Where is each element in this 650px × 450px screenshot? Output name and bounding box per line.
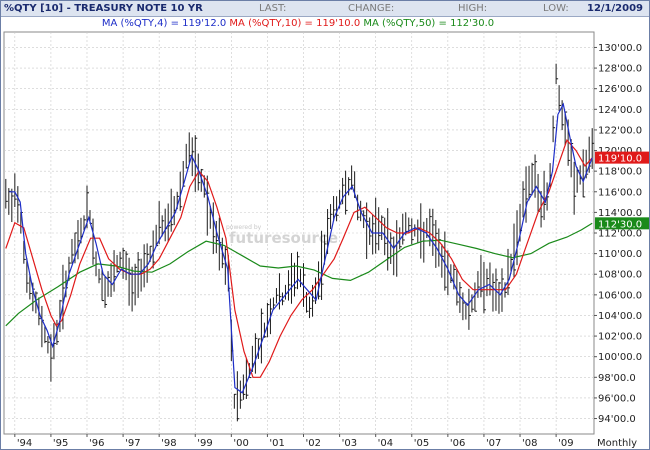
y-tick-label: 102'00.0 (598, 332, 642, 343)
y-axis: 94'00.0 96'00.0 98'00.0 100'00.0 102'00.0 104… (594, 43, 642, 425)
y-tick-label: 126'00.0 (598, 84, 642, 95)
y-tick-label: 94'00.0 (598, 414, 636, 425)
x-tick-label: '03 (342, 438, 357, 449)
x-tick-label: '08 (522, 438, 537, 449)
x-tick-label: '98 (161, 438, 176, 449)
y-tick-label: 110'00.0 (598, 249, 642, 260)
last-value-text: 119'10.0 (598, 154, 642, 165)
y-tick-label: 114'00.0 (598, 208, 642, 219)
x-tick-label: '99 (197, 438, 212, 449)
x-tick-label: '04 (378, 438, 393, 449)
y-tick-label: 118'00.0 (598, 167, 642, 178)
x-axis: '94 '95 '96 '97 '98 '99 '00 '01 '02 '03 '04 '05 '06 '… (14, 434, 574, 449)
y-tick-label: 124'00.0 (598, 105, 642, 116)
y-tick-label: 130'00.0 (598, 43, 642, 54)
frequency-label[interactable]: Monthly (597, 438, 637, 449)
x-tick-label: '07 (486, 438, 501, 449)
y-tick-label: 122'00.0 (598, 125, 642, 136)
y-tick-label: 100'00.0 (598, 352, 642, 363)
y-tick-label: 104'00.0 (598, 311, 642, 322)
x-tick-label: '00 (233, 438, 248, 449)
x-tick-label: '05 (414, 438, 429, 449)
last-value-text: 112'30.0 (598, 219, 642, 230)
y-tick-label: 106'00.0 (598, 290, 642, 301)
y-tick-label: 116'00.0 (598, 187, 642, 198)
x-tick-label: '09 (558, 438, 573, 449)
chart-window: %QTY [10] - TREASURY NOTE 10 YR LAST: CH… (0, 0, 650, 450)
y-tick-label: 98'00.0 (598, 373, 636, 384)
x-tick-label: '95 (53, 438, 68, 449)
price-chart[interactable]: powered by futuresource 94'00.096'00.098… (1, 1, 649, 449)
x-tick-label: '96 (89, 438, 104, 449)
x-tick-label: '94 (17, 438, 32, 449)
x-tick-label: '02 (306, 438, 321, 449)
x-tick-label: '01 (269, 438, 284, 449)
x-tick-label: '97 (125, 438, 140, 449)
x-tick-label: '06 (450, 438, 465, 449)
y-tick-label: 128'00.0 (598, 64, 642, 75)
y-tick-label: 108'00.0 (598, 270, 642, 281)
y-tick-label: 96'00.0 (598, 393, 636, 404)
